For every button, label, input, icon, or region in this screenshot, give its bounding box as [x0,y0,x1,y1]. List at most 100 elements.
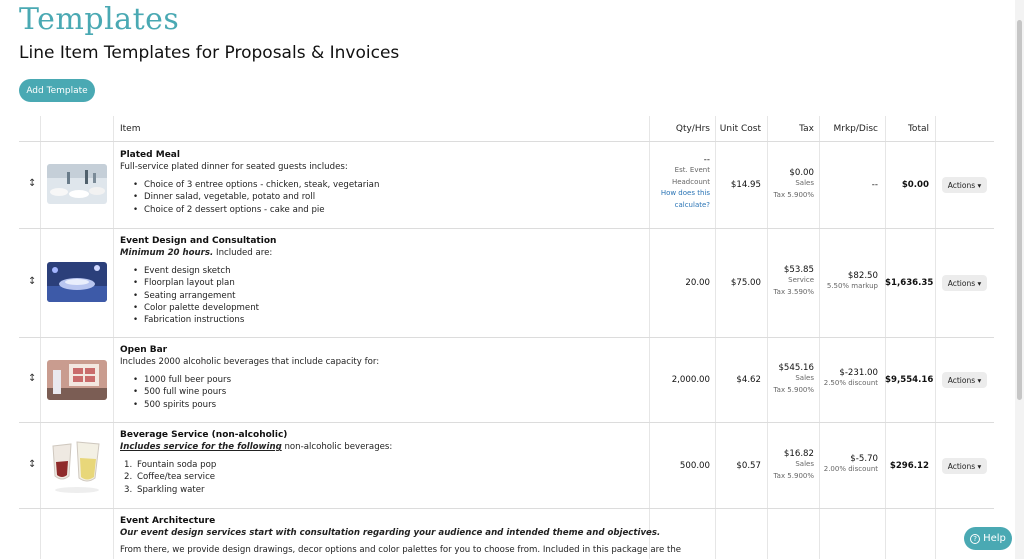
tax-cell: $53.85 Service Tax 3.590% [767,265,814,298]
add-template-button[interactable]: Add Template [19,79,95,102]
tax-cell: $0.00 Sales Tax 5.900% [767,168,814,201]
tax-value: $16.82 [783,449,814,459]
tax-type: Service [788,276,814,284]
drag-handle-icon[interactable]: ↕ [28,373,36,384]
tax-cell: $545.16 Sales Tax 5.900% [767,363,814,396]
list-item: Choice of 3 entree options - chicken, st… [131,179,379,192]
tax-value: $0.00 [789,168,814,178]
item-description-emphasis: Minimum 20 hours. [120,248,214,258]
qty-value: -- [703,155,710,165]
page-title: Templates [19,2,180,37]
header-markup[interactable]: Mrkp/Disc [819,116,879,142]
qty-note: Est. Event [674,166,710,174]
header-qty[interactable]: Qty/Hrs [649,116,710,142]
table-row: ↕ Event Design and Consultation Minimum … [19,229,994,338]
list-item: 500 full wine pours [131,386,231,399]
item-name: Event Architecture [120,516,216,526]
tax-rate: Tax 5.900% [773,471,814,480]
list-item: Dinner salad, vegetable, potato and roll [131,191,379,204]
unit-cost-cell: $14.95 [730,180,761,190]
tax-type: Sales [795,460,814,468]
item-description: Includes 2000 alcoholic beverages that i… [120,357,380,367]
drag-handle-icon[interactable]: ↕ [28,459,36,470]
markup-value: $-231.00 [839,368,878,378]
markup-cell: -- [871,180,878,190]
qty-cell: 500.00 [679,461,710,471]
list-item: Seating arrangement [131,290,259,303]
list-item: 1. Fountain soda pop [124,460,217,470]
tax-value: $545.16 [778,363,814,373]
qty-cell: 2,000.00 [671,375,710,385]
table-row: ↕ Open Bar Includes 2000 alcoholic bever… [19,338,994,423]
actions-dropdown-button[interactable]: Actions ▾ [942,372,987,388]
help-button[interactable]: ? Help [964,527,1012,550]
actions-dropdown-button[interactable]: Actions ▾ [942,275,987,291]
item-description-text: non-alcoholic beverages: [281,442,393,452]
item-thumbnail [47,360,107,400]
how-calculate-link[interactable]: How does this [649,188,710,200]
markup-note: 2.00% discount [823,465,878,473]
help-label: Help [983,533,1006,544]
item-name: Open Bar [120,345,168,355]
templates-page: Templates Line Item Templates for Propos… [0,0,1024,559]
tax-type: Sales [795,374,814,382]
table-row: ↕ Plated Meal Full-service plated dinner… [19,143,994,229]
markup-value: $-5.70 [850,454,878,464]
tax-rate: Tax 5.900% [773,190,814,199]
table-row: Event Architecture Our event design serv… [19,509,994,559]
item-description-emphasis: Our event design services start with con… [120,528,661,538]
list-item: Choice of 2 dessert options - cake and p… [131,204,379,217]
item-description: Our event design services start with con… [120,528,660,538]
header-item[interactable]: Item [120,116,141,142]
item-description: Minimum 20 hours. Included are: [120,248,272,258]
qty-cell: 20.00 [685,278,710,288]
list-item-text: Coffee/tea service [137,472,216,483]
list-item-text: Fountain soda pop [137,460,217,470]
actions-dropdown-button[interactable]: Actions ▾ [942,458,987,474]
table-row: ↕ Beverage Service (non-alcoholic) Inclu… [19,423,994,509]
tax-type: Sales [795,179,814,187]
page-subtitle: Line Item Templates for Proposals & Invo… [19,43,400,63]
drag-handle-icon[interactable]: ↕ [28,178,36,189]
item-bullet-list: Choice of 3 entree options - chicken, st… [131,179,379,216]
item-thumbnail [47,164,107,204]
tax-rate: Tax 5.900% [773,385,814,394]
total-cell: $0.00 [901,180,929,190]
how-calculate-link[interactable]: calculate? [649,200,710,212]
item-name: Event Design and Consultation [120,236,277,246]
qty-note: Headcount [671,177,710,186]
header-total[interactable]: Total [885,116,929,142]
tax-value: $53.85 [783,265,814,275]
actions-dropdown-button[interactable]: Actions ▾ [942,177,987,193]
scrollbar-thumb[interactable] [1017,20,1022,400]
list-item: Event design sketch [131,265,259,278]
item-name: Plated Meal [120,150,180,160]
header-tax[interactable]: Tax [767,116,814,142]
item-description-text: From there, we provide design drawings, … [120,545,682,555]
header-unit-cost[interactable]: Unit Cost [715,116,761,142]
item-description: Full-service plated dinner for seated gu… [120,162,348,172]
item-numbered-list: 1. Fountain soda pop 2. Coffee/tea service… [124,459,216,496]
total-cell: $296.12 [889,461,929,471]
markup-note: 2.50% discount [823,379,878,387]
help-icon: ? [970,533,981,544]
item-thumbnail [47,436,107,496]
list-item: 1000 full beer pours [131,374,231,387]
drag-handle-icon[interactable]: ↕ [28,276,36,287]
total-cell: $1,636.35 [885,278,934,288]
item-description-emphasis: Includes service for the following [120,442,282,452]
list-item: 3. Sparkling water [124,484,205,495]
item-bullet-list: 1000 full beer pours 500 full wine pours… [131,374,231,411]
table-header: Item Qty/Hrs Unit Cost Tax Mrkp/Disc Tot… [19,116,994,142]
templates-table: Item Qty/Hrs Unit Cost Tax Mrkp/Disc Tot… [19,116,994,142]
list-item: Fabrication instructions [131,314,259,327]
list-item: 500 spirits pours [131,399,231,412]
qty-cell: -- Est. Event Headcount How does this ca… [649,155,710,211]
list-item: 2. Coffee/tea service [124,472,216,483]
markup-note: 5.50% markup [826,282,878,290]
list-item-text: Sparkling water [137,484,205,495]
total-cell: $9,554.16 [885,375,934,385]
unit-cost-cell: $0.57 [736,461,761,471]
list-item: Floorplan layout plan [131,277,259,290]
tax-rate: Tax 3.590% [773,287,814,296]
